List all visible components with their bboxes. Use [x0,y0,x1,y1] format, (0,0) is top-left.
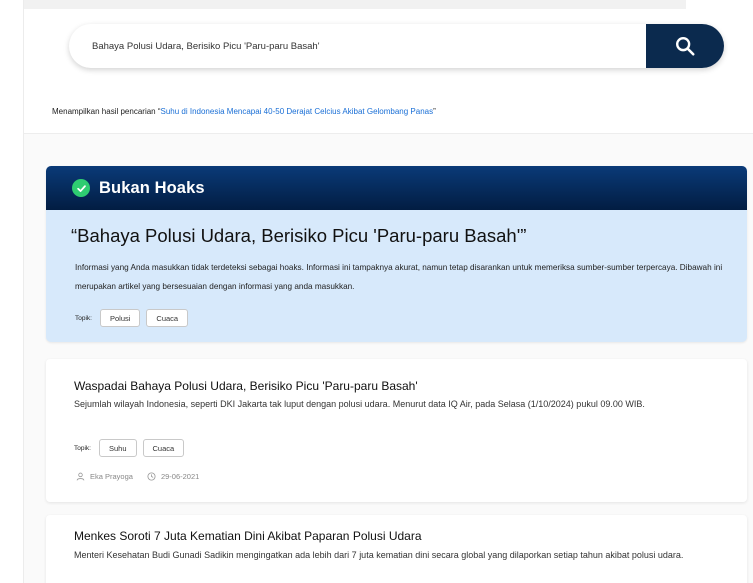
article-summary: Sejumlah wilayah Indonesia, seperti DKI … [74,399,645,409]
article-summary: Menteri Kesehatan Budi Gunadi Sadikin me… [74,550,684,560]
claim-title: “Bahaya Polusi Udara, Berisiko Picu 'Par… [71,225,527,246]
verdict-topics: Topik: Polusi Cuaca [75,309,189,327]
author-name: Eka Prayoga [90,472,133,481]
topic-chip-cuaca[interactable]: Cuaca [146,309,189,327]
clock-icon [147,472,156,481]
article-title[interactable]: Waspadai Bahaya Polusi Udara, Berisiko P… [74,379,418,393]
verdict-description: Informasi yang Anda masukkan tidak terde… [75,263,723,291]
user-icon [76,472,85,481]
topic-chip-suhu[interactable]: Suhu [98,439,137,457]
topic-chip-polusi[interactable]: Polusi [99,309,141,327]
topics-label: Topik: [75,314,92,322]
check-circle-icon [72,179,90,197]
topic-chip-cuaca[interactable]: Cuaca [142,439,185,457]
top-strip [24,0,686,9]
search-bar [69,24,724,68]
article-author: Eka Prayoga [76,472,133,481]
result-info-suffix: ” [433,107,436,116]
search-input[interactable] [69,24,646,68]
topics-label: Topik: [74,444,91,452]
result-info-prefix: Menampilkan hasil pencarian “ [52,107,161,116]
search-button[interactable] [646,24,724,68]
article-card[interactable]: Menkes Soroti 7 Juta Kematian Dini Akiba… [46,515,747,583]
search-result-info: Menampilkan hasil pencarian “Suhu di Ind… [52,107,436,116]
divider [24,133,753,134]
page: Menampilkan hasil pencarian “Suhu di Ind… [0,0,753,583]
verdict-card: Bukan Hoaks “Bahaya Polusi Udara, Berisi… [46,166,747,342]
result-query-link[interactable]: Suhu di Indonesia Mencapai 40-50 Derajat… [161,107,434,116]
article-date: 29-06-2021 [147,472,199,481]
date-text: 29-06-2021 [160,472,200,481]
article-meta: Eka Prayoga 29-06-2021 [76,472,213,481]
left-gutter [0,0,24,583]
verdict-header: Bukan Hoaks [46,166,747,210]
article-card[interactable]: Waspadai Bahaya Polusi Udara, Berisiko P… [46,359,747,502]
article-title[interactable]: Menkes Soroti 7 Juta Kematian Dini Akiba… [74,529,422,543]
article-topics: Topik: Suhu Cuaca [74,439,185,457]
search-icon [676,37,695,56]
verdict-label: Bukan Hoaks [99,178,205,197]
